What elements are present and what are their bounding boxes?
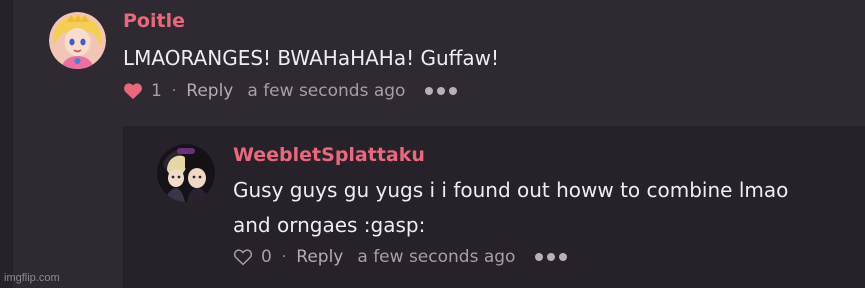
more-dot [547,253,556,261]
timestamp: a few seconds ago [357,247,516,267]
separator: · [281,249,287,265]
more-dot [535,253,544,261]
more-dot [437,87,446,95]
princess-peach-avatar-icon [49,12,106,69]
reply-button[interactable]: Reply [186,81,233,101]
like-count: 0 [261,247,272,267]
separator: · [171,83,177,99]
comment-meta: 1 · Reply a few seconds ago [123,80,458,102]
more-options-icon[interactable] [535,253,568,261]
heart-filled-icon[interactable] [123,81,145,101]
comment-author[interactable]: WeebletSplattaku [233,146,425,165]
more-options-icon[interactable] [425,87,458,95]
comment-meta: 0 · Reply a few seconds ago [233,246,568,268]
heart-outline-icon[interactable] [233,247,255,267]
comment-text-line: and orngaes :gasp: [233,213,426,237]
more-dot [559,253,568,261]
comment-text: LMAORANGES! BWAHaHAHa! Guffaw! [123,46,500,70]
avatar[interactable] [157,144,215,202]
like-count: 1 [151,81,162,101]
timestamp: a few seconds ago [247,81,406,101]
more-dot [449,87,458,95]
more-dot [425,87,434,95]
anime-characters-avatar-icon [157,144,215,202]
avatar[interactable] [49,12,106,69]
reply-button[interactable]: Reply [296,247,343,267]
comment-author[interactable]: Poitle [123,12,185,31]
left-rail [0,0,13,288]
watermark: imgflip.com [4,272,60,284]
comment-text-line: Gusy guys gu yugs i i found out howw to … [233,178,789,202]
